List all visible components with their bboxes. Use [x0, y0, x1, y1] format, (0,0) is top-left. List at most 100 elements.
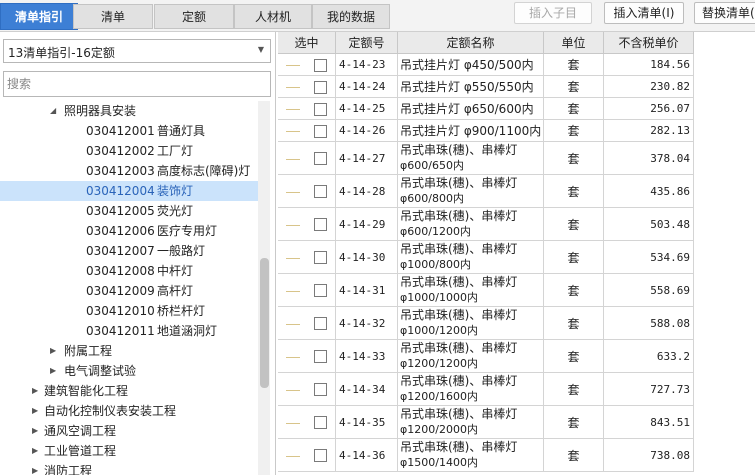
collapsed-arrow-icon[interactable]: ▶	[32, 381, 38, 401]
unit: 套	[544, 274, 604, 306]
tree-item[interactable]: ▶ 自动化控制仪表安装工程	[0, 401, 258, 421]
quota-name: 吊式串珠(穗)、串棒灯 φ1000/1200内	[398, 307, 544, 339]
row-checkbox[interactable]	[314, 218, 327, 231]
row-checkbox[interactable]	[314, 152, 327, 165]
tree-line	[286, 456, 300, 457]
tree-item[interactable]: ▶ 通风空调工程	[0, 421, 258, 441]
table-row[interactable]: 4-14-24 吊式挂片灯 φ550/550内套 230.82	[278, 76, 694, 98]
library-select[interactable]: 13清单指引-16定额 ▼	[3, 39, 271, 63]
tree-item-030412009[interactable]: 030412009 高杆灯	[0, 281, 258, 301]
column-header-quota-name[interactable]: 定额名称	[398, 32, 544, 54]
tree-item-label: 附属工程	[64, 344, 113, 358]
row-checkbox[interactable]	[314, 81, 327, 94]
tree-item-030412003[interactable]: 030412003 高度标志(障碍)灯	[0, 161, 258, 181]
tree-item-code: 030412008	[86, 264, 155, 278]
table-row[interactable]: 4-14-30 吊式串珠(穗)、串棒灯 φ1000/800内 套 534.69	[278, 241, 694, 274]
column-header-select[interactable]: 选中	[278, 32, 336, 54]
collapsed-arrow-icon[interactable]: ▶	[32, 421, 38, 441]
collapsed-arrow-icon[interactable]: ▶	[50, 361, 56, 381]
row-checkbox[interactable]	[314, 251, 327, 264]
tab-my-data[interactable]: 我的数据	[312, 4, 390, 29]
tree-item-label: 高杆灯	[157, 284, 194, 298]
tree-item-label: 电气调整试验	[64, 364, 137, 378]
tab-quota[interactable]: 定额	[154, 4, 234, 29]
table-row[interactable]: 4-14-35 吊式串珠(穗)、串棒灯 φ1200/2000内 套 843.51	[278, 406, 694, 439]
collapsed-arrow-icon[interactable]: ▶	[32, 441, 38, 461]
row-checkbox[interactable]	[314, 383, 327, 396]
insert-child-button[interactable]: 插入子目	[514, 2, 592, 24]
price: 558.69	[604, 274, 694, 306]
replace-list-button[interactable]: 替换清单(R)	[694, 2, 755, 24]
tree-item-label: 通风空调工程	[44, 424, 117, 438]
table-row[interactable]: 4-14-28 吊式串珠(穗)、串棒灯 φ600/800内 套 435.86	[278, 175, 694, 208]
tree-item-030412004[interactable]: 030412004 装饰灯	[0, 181, 258, 201]
scrollbar-thumb[interactable]	[260, 258, 269, 388]
table-row[interactable]: 4-14-36 吊式串珠(穗)、串棒灯 φ1500/1400内 套 738.08	[278, 439, 694, 472]
quota-grid: 选中 定额号 定额名称 单位 不含税单价 4-14-23 吊式挂片灯 φ450/5…	[278, 32, 755, 475]
tab-labor-material-machine[interactable]: 人材机	[234, 4, 312, 29]
unit: 套	[544, 54, 604, 75]
tree-item-030412010[interactable]: 030412010 桥栏杆灯	[0, 301, 258, 321]
row-checkbox[interactable]	[314, 125, 327, 138]
column-header-unit[interactable]: 单位	[544, 32, 604, 54]
tree-line	[286, 324, 300, 325]
tree-item-030412002[interactable]: 030412002 工厂灯	[0, 141, 258, 161]
tree-item-030412007[interactable]: 030412007 一般路灯	[0, 241, 258, 261]
tree-item-030412005[interactable]: 030412005 荧光灯	[0, 201, 258, 221]
tree-item[interactable]: ▶ 建筑智能化工程	[0, 381, 258, 401]
table-row[interactable]: 4-14-29 吊式串珠(穗)、串棒灯 φ600/1200内 套 503.48	[278, 208, 694, 241]
tree-item-030412001[interactable]: 030412001 普通灯具	[0, 121, 258, 141]
column-header-quota-code[interactable]: 定额号	[336, 32, 398, 54]
price: 738.08	[604, 439, 694, 471]
table-row[interactable]: 4-14-26 吊式挂片灯 φ900/1100内套 282.13	[278, 120, 694, 142]
quota-name: 吊式串珠(穗)、串棒灯 φ1200/1600内	[398, 373, 544, 405]
row-checkbox[interactable]	[314, 416, 327, 429]
row-checkbox[interactable]	[314, 350, 327, 363]
tree-scrollbar[interactable]	[258, 101, 270, 475]
collapsed-arrow-icon[interactable]: ▶	[32, 461, 38, 475]
price: 282.13	[604, 120, 694, 141]
quota-code: 4-14-25	[336, 98, 398, 119]
tree-item[interactable]: ▶ 附属工程	[0, 341, 258, 361]
tree-item-code: 030412007	[86, 244, 155, 258]
tree-line	[286, 109, 300, 110]
tree-item-label: 建筑智能化工程	[44, 384, 129, 398]
price: 534.69	[604, 241, 694, 273]
tree-item-label: 高度标志(障碍)灯	[157, 164, 251, 178]
tree-item-030412008[interactable]: 030412008 中杆灯	[0, 261, 258, 281]
quota-name-line: 吊式挂片灯 φ900/1100内	[400, 123, 542, 138]
table-row[interactable]: 4-14-33 吊式串珠(穗)、串棒灯 φ1200/1200内 套 633.2	[278, 340, 694, 373]
table-row[interactable]: 4-14-32 吊式串珠(穗)、串棒灯 φ1000/1200内 套 588.08	[278, 307, 694, 340]
collapsed-arrow-icon[interactable]: ▶	[32, 401, 38, 421]
table-row[interactable]: 4-14-25 吊式挂片灯 φ650/600内套 256.07	[278, 98, 694, 120]
table-row[interactable]: 4-14-27 吊式串珠(穗)、串棒灯 φ600/650内 套 378.04	[278, 142, 694, 175]
row-checkbox[interactable]	[314, 284, 327, 297]
tree-item-label: 工业管道工程	[44, 444, 117, 458]
search-box[interactable]	[3, 71, 271, 97]
column-header-price[interactable]: 不含税单价	[604, 32, 694, 54]
tree-item-code: 030412004	[86, 184, 155, 198]
tree-item[interactable]: ▶ 电气调整试验	[0, 361, 258, 381]
insert-list-button[interactable]: 插入清单(I)	[604, 2, 684, 24]
row-checkbox[interactable]	[314, 317, 327, 330]
tab-list[interactable]: 清单	[73, 4, 153, 29]
tree-item[interactable]: ◢ 照明器具安装	[0, 101, 258, 121]
quota-name-line: 吊式串珠(穗)、串棒灯	[400, 242, 518, 256]
row-checkbox[interactable]	[314, 103, 327, 116]
table-row[interactable]: 4-14-23 吊式挂片灯 φ450/500内套 184.56	[278, 54, 694, 76]
table-row[interactable]: 4-14-31 吊式串珠(穗)、串棒灯 φ1000/1000内 套 558.69	[278, 274, 694, 307]
tree-item[interactable]: ▶ 消防工程	[0, 461, 258, 475]
tree-item-030412006[interactable]: 030412006 医疗专用灯	[0, 221, 258, 241]
table-row[interactable]: 4-14-34 吊式串珠(穗)、串棒灯 φ1200/1600内 套 727.73	[278, 373, 694, 406]
tab-list-guide[interactable]: 清单指引	[0, 3, 78, 30]
quota-code: 4-14-36	[336, 439, 398, 471]
expanded-arrow-icon[interactable]: ◢	[50, 101, 56, 121]
quota-name-spec: φ1000/800内	[400, 258, 471, 271]
row-checkbox[interactable]	[314, 185, 327, 198]
collapsed-arrow-icon[interactable]: ▶	[50, 341, 56, 361]
row-checkbox[interactable]	[314, 449, 327, 462]
row-checkbox[interactable]	[314, 59, 327, 72]
tree-item-030412011[interactable]: 030412011 地道涵洞灯	[0, 321, 258, 341]
tree-item[interactable]: ▶ 工业管道工程	[0, 441, 258, 461]
search-input[interactable]	[4, 72, 270, 96]
